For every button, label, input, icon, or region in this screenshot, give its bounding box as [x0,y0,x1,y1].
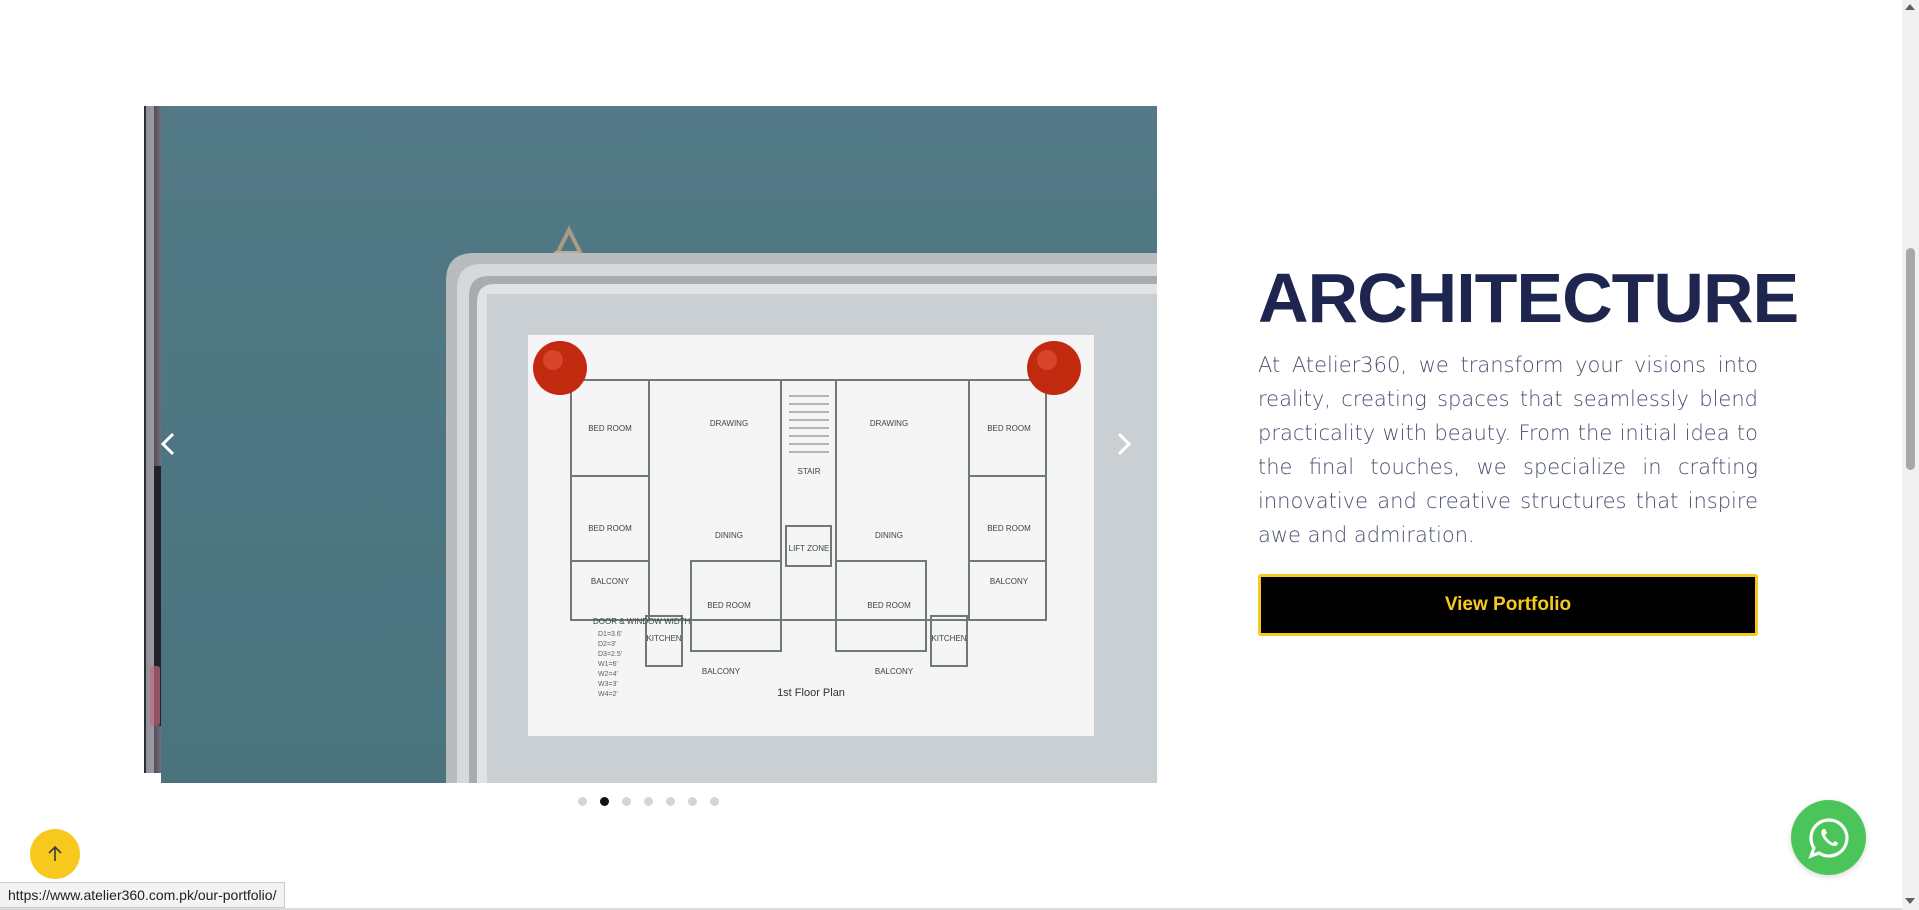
svg-text:BED ROOM: BED ROOM [588,424,632,433]
carousel-dot-1[interactable] [578,797,587,806]
svg-text:DRAWING: DRAWING [710,419,748,428]
svg-text:W3=3': W3=3' [598,681,618,688]
svg-text:BALCONY: BALCONY [990,577,1029,586]
scroll-up-arrow[interactable] [1905,4,1915,10]
svg-text:D3=2.5': D3=2.5' [598,651,622,658]
svg-text:W1=6': W1=6' [598,661,618,668]
svg-text:KITCHEN: KITCHEN [931,634,966,643]
carousel-pagination [578,797,719,806]
carousel-next-button[interactable] [1104,424,1144,464]
svg-text:BED ROOM: BED ROOM [987,424,1031,433]
svg-text:BALCONY: BALCONY [591,577,630,586]
architecture-section: ARCHITECTURE At Atelier360, we transform… [1258,258,1799,636]
scroll-down-arrow[interactable] [1905,898,1915,904]
chevron-left-icon [160,432,175,456]
svg-text:BALCONY: BALCONY [702,667,741,676]
carousel-prev-button[interactable] [148,424,188,464]
carousel-dot-7[interactable] [710,797,719,806]
carousel-dot-3[interactable] [622,797,631,806]
arrow-up-icon [48,845,62,861]
portfolio-carousel: BED ROOM DRAWING STAIR DRAWING BED ROOM … [144,106,1157,783]
svg-text:STAIR: STAIR [798,467,821,476]
floor-plan-photo: BED ROOM DRAWING STAIR DRAWING BED ROOM … [446,225,1157,783]
svg-text:BED ROOM: BED ROOM [707,601,751,610]
svg-text:LIFT ZONE: LIFT ZONE [789,544,830,553]
svg-text:BED ROOM: BED ROOM [867,601,911,610]
view-portfolio-button[interactable]: View Portfolio [1258,574,1758,636]
svg-text:BALCONY: BALCONY [875,667,914,676]
svg-text:W2=4': W2=4' [598,671,618,678]
page-scrollbar[interactable] [1902,0,1919,910]
section-title: ARCHITECTURE [1258,259,1799,337]
carousel-dot-2[interactable] [600,797,609,806]
svg-text:DRAWING: DRAWING [870,419,908,428]
svg-text:DINING: DINING [715,531,743,540]
svg-text:BED ROOM: BED ROOM [588,524,632,533]
svg-text:DOOR & WINDOW WIDTH: DOOR & WINDOW WIDTH [593,617,691,626]
whatsapp-icon [1807,817,1849,859]
floor-plan-caption: 1st Floor Plan [777,687,845,699]
carousel-dot-4[interactable] [644,797,653,806]
active-slide-image: BED ROOM DRAWING STAIR DRAWING BED ROOM … [161,106,1157,783]
section-description: At Atelier360, we transform your visions… [1258,353,1758,547]
svg-text:D1=3.6': D1=3.6' [598,631,622,638]
scroll-to-top-button[interactable] [30,829,80,879]
svg-text:KITCHEN: KITCHEN [646,634,681,643]
svg-text:BED ROOM: BED ROOM [987,524,1031,533]
chevron-right-icon [1117,432,1132,456]
svg-text:D2=3': D2=3' [598,641,616,648]
status-bar-url: https://www.atelier360.com.pk/our-portfo… [0,882,286,908]
carousel-dot-6[interactable] [688,797,697,806]
whatsapp-chat-button[interactable] [1791,800,1866,875]
carousel-dot-5[interactable] [666,797,675,806]
svg-text:DINING: DINING [875,531,903,540]
scrollbar-thumb[interactable] [1906,248,1915,470]
svg-text:W4=2': W4=2' [598,691,618,698]
